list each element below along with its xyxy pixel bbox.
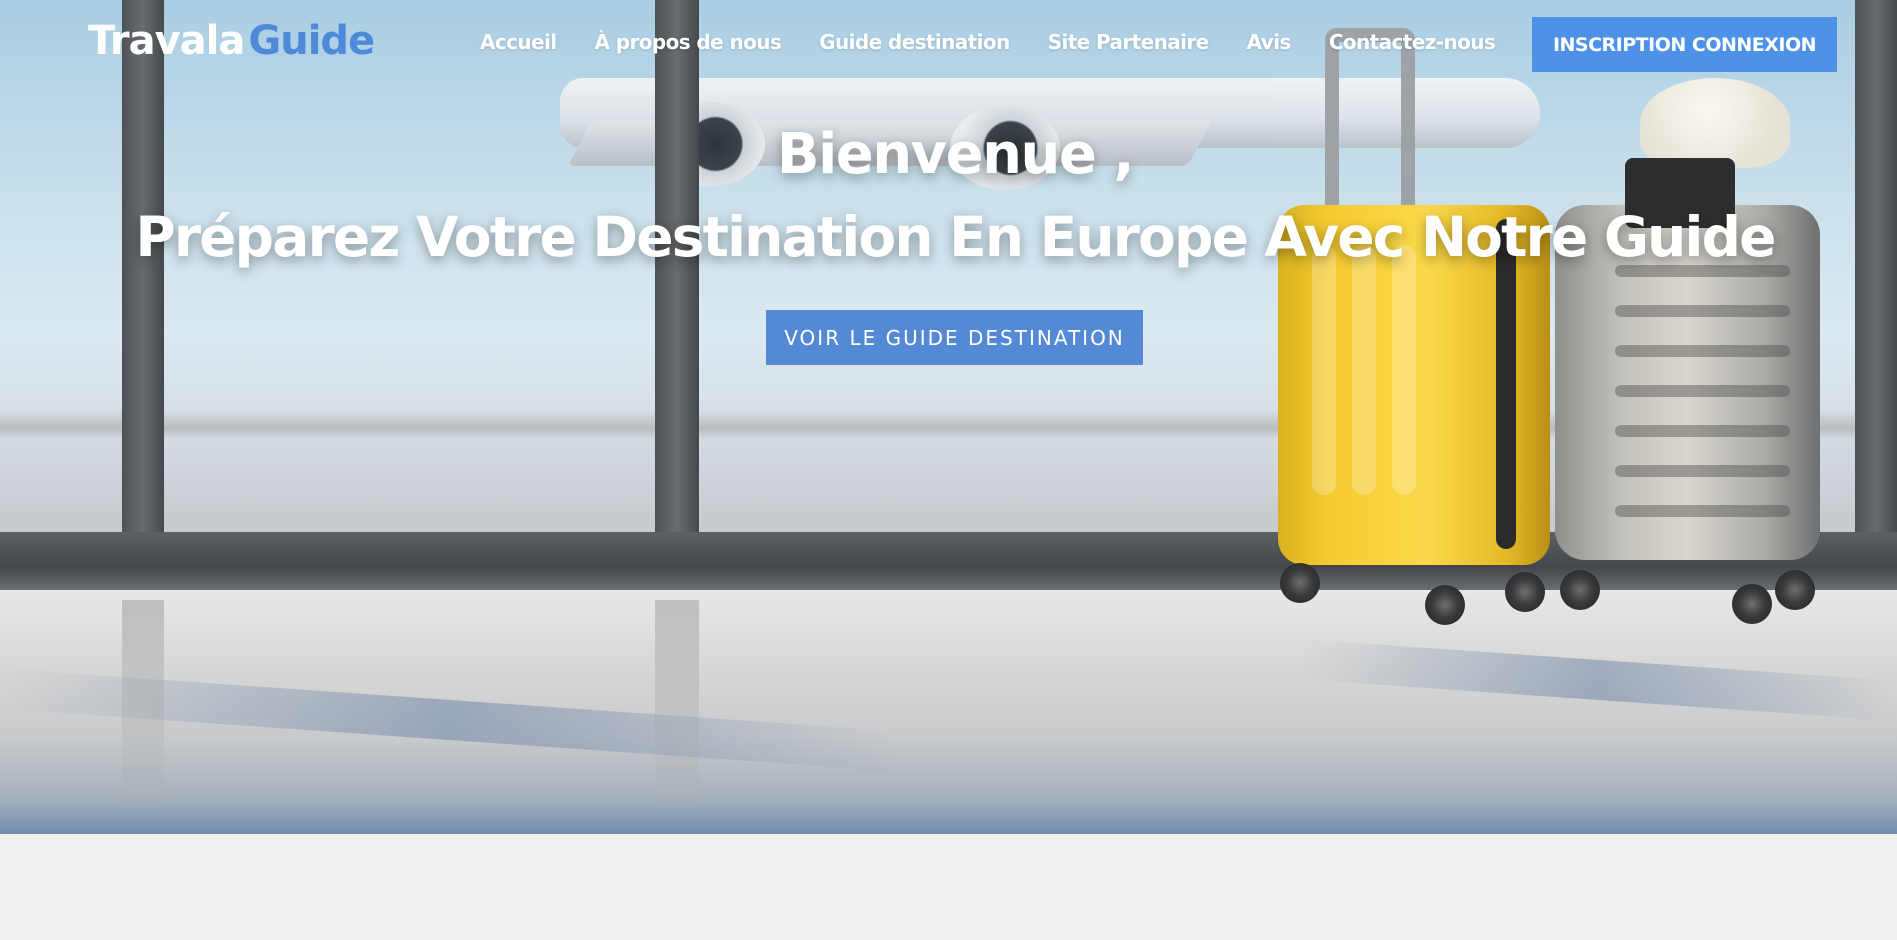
suitcase-groove: [1615, 425, 1790, 437]
nav-link-accueil[interactable]: Accueil: [480, 30, 557, 54]
nav-link-guide-destination[interactable]: Guide destination: [819, 30, 1010, 54]
site-logo[interactable]: Travala Guide: [88, 18, 375, 64]
signup-login-button[interactable]: INSCRIPTION CONNEXION: [1532, 17, 1837, 72]
suitcase-groove: [1615, 305, 1790, 317]
pillar-reflection: [655, 600, 699, 820]
top-navbar: Travala Guide Accueil À propos de nous Gu…: [0, 0, 1897, 88]
pillar-reflection: [122, 600, 164, 820]
suitcase-groove: [1615, 345, 1790, 357]
hero-subtitle: Préparez Votre Destination En Europe Ave…: [135, 205, 1776, 269]
suitcase-wheel: [1775, 570, 1815, 610]
view-guide-button[interactable]: VOIR LE GUIDE DESTINATION: [766, 310, 1143, 365]
suitcase-rib: [1392, 245, 1416, 495]
hero-title: Bienvenue ,: [776, 122, 1135, 187]
suitcase-rib: [1352, 245, 1376, 495]
suitcase-wheel: [1280, 563, 1320, 603]
nav-link-avis[interactable]: Avis: [1247, 30, 1292, 54]
nav-link-site-partenaire[interactable]: Site Partenaire: [1048, 30, 1210, 54]
suitcase-wheel: [1505, 572, 1545, 612]
suitcase-wheel: [1732, 584, 1772, 624]
nav-link-contact[interactable]: Contactez-nous: [1329, 30, 1496, 54]
nav-link-a-propos[interactable]: À propos de nous: [595, 30, 782, 54]
main-menu: Accueil À propos de nous Guide destinati…: [480, 30, 1533, 54]
suitcase-groove: [1615, 505, 1790, 517]
suitcase-wheel: [1425, 585, 1465, 625]
suitcase-groove: [1615, 465, 1790, 477]
logo-text-primary: Travala: [88, 18, 245, 64]
suitcase-wheel: [1560, 570, 1600, 610]
suitcase-rib: [1312, 245, 1336, 495]
logo-text-accent: Guide: [248, 18, 375, 64]
suitcase-groove: [1615, 385, 1790, 397]
